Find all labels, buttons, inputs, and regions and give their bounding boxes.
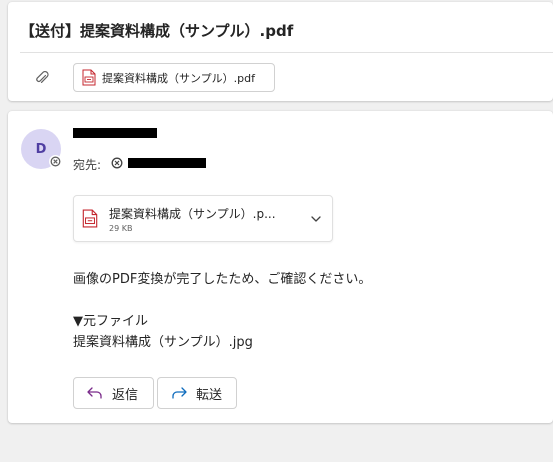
message-body-card: D 宛先: 提案資料構成（サンプル）.p... 29 KB 画像のPDF変換が完… bbox=[8, 111, 553, 423]
pdf-file-icon bbox=[82, 209, 98, 228]
attachment-chip-label: 提案資料構成（サンプル）.pdf bbox=[102, 71, 256, 85]
presence-status-icon bbox=[49, 155, 62, 168]
body-line: 画像のPDF変換が完了したため、ご確認ください。 bbox=[73, 272, 372, 287]
attachment-card[interactable]: 提案資料構成（サンプル）.p... 29 KB bbox=[73, 195, 333, 242]
reply-label: 返信 bbox=[112, 387, 139, 403]
attachment-size: 29 KB bbox=[109, 224, 133, 233]
pdf-file-icon bbox=[82, 69, 96, 86]
forward-arrow-icon bbox=[172, 387, 187, 399]
attachment-name: 提案資料構成（サンプル）.p... bbox=[109, 207, 276, 221]
forward-button[interactable]: 転送 bbox=[157, 377, 237, 409]
reply-button[interactable]: 返信 bbox=[73, 377, 154, 409]
header-divider bbox=[20, 52, 553, 53]
forward-label: 転送 bbox=[196, 387, 223, 403]
attachment-chip[interactable]: 提案資料構成（サンプル）.pdf bbox=[73, 63, 275, 92]
sender-name-redacted bbox=[73, 128, 157, 138]
reply-arrow-icon bbox=[87, 387, 102, 399]
recipient-name-redacted[interactable] bbox=[128, 158, 206, 168]
paperclip-icon bbox=[36, 71, 49, 83]
body-line: 提案資料構成（サンプル）.jpg bbox=[73, 335, 253, 350]
recipient-status-icon bbox=[111, 157, 123, 169]
chevron-down-icon[interactable] bbox=[310, 213, 322, 225]
to-label: 宛先: bbox=[73, 158, 102, 172]
message-header: 【送付】提案資料構成（サンプル）.pdf 提案資料構成（サンプル）.pdf bbox=[8, 2, 553, 101]
message-subject: 【送付】提案資料構成（サンプル）.pdf bbox=[20, 22, 294, 40]
body-line: ▼元ファイル bbox=[73, 314, 148, 329]
